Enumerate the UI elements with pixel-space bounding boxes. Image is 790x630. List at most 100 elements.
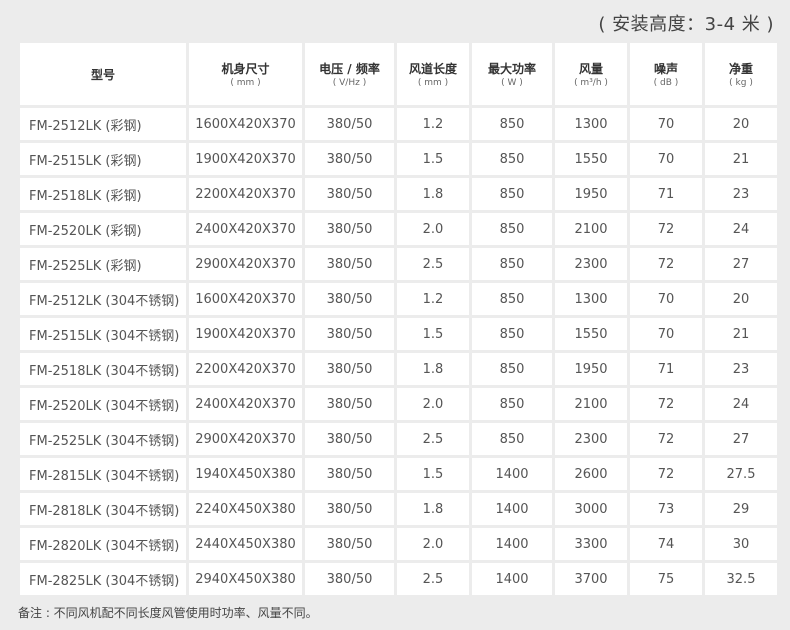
cell-dimensions: 1900X420X370 [189, 143, 302, 175]
cell-duct-length: 1.5 [397, 318, 469, 350]
cell-airflow: 2300 [555, 423, 627, 455]
cell-dimensions: 2400X420X370 [189, 213, 302, 245]
header-unit: ( mm ) [417, 78, 449, 88]
cell-model: FM-2512LK (彩钢) [20, 108, 186, 140]
table-row: FM-2518LK (304不锈钢) 2200X420X370 380/50 1.8 8… [20, 353, 777, 385]
cell-dimensions: 2200X420X370 [189, 353, 302, 385]
cell-noise: 75 [630, 563, 702, 595]
table-row: FM-2515LK (彩钢) 1900X420X370 380/50 1.5 850 15… [20, 143, 777, 175]
cell-net-weight: 23 [705, 178, 777, 210]
cell-voltage-frequency: 380/50 [305, 563, 394, 595]
table-row: FM-2512LK (彩钢) 1600X420X370 380/50 1.2 850 13… [20, 108, 777, 140]
cell-noise: 73 [630, 493, 702, 525]
cell-max-power: 850 [472, 283, 552, 315]
cell-duct-length: 1.5 [397, 143, 469, 175]
cell-duct-length: 1.8 [397, 353, 469, 385]
cell-airflow: 1950 [555, 178, 627, 210]
cell-max-power: 850 [472, 143, 552, 175]
footnote: 备注 : 不同风机配不同长度风管使用时功率、风量不同。 [18, 606, 318, 620]
cell-duct-length: 2.0 [397, 528, 469, 560]
cell-airflow: 3300 [555, 528, 627, 560]
table-row: FM-2520LK (彩钢) 2400X420X370 380/50 2.0 850 21… [20, 213, 777, 245]
cell-noise: 71 [630, 353, 702, 385]
header-net-weight: 净重 ( kg ) [705, 43, 777, 105]
cell-model: FM-2520LK (彩钢) [20, 213, 186, 245]
header-airflow: 风量 ( m³/h ) [555, 43, 627, 105]
cell-voltage-frequency: 380/50 [305, 143, 394, 175]
cell-voltage-frequency: 380/50 [305, 283, 394, 315]
header-max-power: 最大功率 ( W ) [472, 43, 552, 105]
cell-noise: 74 [630, 528, 702, 560]
cell-airflow: 1550 [555, 318, 627, 350]
cell-model: FM-2815LK (304不锈钢) [20, 458, 186, 490]
header-unit: ( mm ) [230, 78, 261, 88]
cell-model: FM-2818LK (304不锈钢) [20, 493, 186, 525]
header-duct-length: 风道长度 ( mm ) [397, 43, 469, 105]
cell-max-power: 1400 [472, 528, 552, 560]
cell-model: FM-2515LK (304不锈钢) [20, 318, 186, 350]
cell-airflow: 1950 [555, 353, 627, 385]
cell-noise: 72 [630, 388, 702, 420]
cell-voltage-frequency: 380/50 [305, 213, 394, 245]
table-row: FM-2512LK (304不锈钢) 1600X420X370 380/50 1.2 8… [20, 283, 777, 315]
cell-duct-length: 1.2 [397, 283, 469, 315]
cell-net-weight: 20 [705, 108, 777, 140]
cell-noise: 70 [630, 108, 702, 140]
header-label: 风道长度 [408, 62, 457, 76]
header-noise: 噪声 ( dB ) [630, 43, 702, 105]
table-row: FM-2515LK (304不锈钢) 1900X420X370 380/50 1.5 8… [20, 318, 777, 350]
cell-model: FM-2525LK (304不锈钢) [20, 423, 186, 455]
table-body: FM-2512LK (彩钢) 1600X420X370 380/50 1.2 850 13… [20, 108, 777, 595]
header-unit: ( V/Hz ) [332, 78, 367, 88]
cell-duct-length: 1.5 [397, 458, 469, 490]
cell-net-weight: 29 [705, 493, 777, 525]
cell-voltage-frequency: 380/50 [305, 458, 394, 490]
table-row: FM-2815LK (304不锈钢) 1940X450X380 380/50 1.5 1… [20, 458, 777, 490]
cell-voltage-frequency: 380/50 [305, 318, 394, 350]
header-row: 型号 机身尺寸 ( mm ) 电压 / 频率 ( V/Hz ) 风道长度 ( mm ) 最大功… [20, 43, 777, 105]
cell-noise: 70 [630, 143, 702, 175]
cell-net-weight: 27 [705, 423, 777, 455]
cell-voltage-frequency: 380/50 [305, 353, 394, 385]
cell-model: FM-2515LK (彩钢) [20, 143, 186, 175]
table-header: 型号 机身尺寸 ( mm ) 电压 / 频率 ( V/Hz ) 风道长度 ( mm ) 最大功… [20, 43, 777, 105]
cell-dimensions: 2400X420X370 [189, 388, 302, 420]
cell-airflow: 2600 [555, 458, 627, 490]
cell-dimensions: 2200X420X370 [189, 178, 302, 210]
header-dimensions: 机身尺寸 ( mm ) [189, 43, 302, 105]
cell-net-weight: 32.5 [705, 563, 777, 595]
cell-dimensions: 2940X450X380 [189, 563, 302, 595]
cell-net-weight: 27.5 [705, 458, 777, 490]
table-row: FM-2520LK (304不锈钢) 2400X420X370 380/50 2.0 8… [20, 388, 777, 420]
header-label: 噪声 [653, 62, 678, 76]
header-unit: ( m³/h ) [574, 78, 608, 88]
cell-dimensions: 2900X420X370 [189, 423, 302, 455]
cell-airflow: 2100 [555, 213, 627, 245]
cell-max-power: 850 [472, 423, 552, 455]
cell-max-power: 1400 [472, 458, 552, 490]
table-row: FM-2820LK (304不锈钢) 2440X450X380 380/50 2.0 1… [20, 528, 777, 560]
cell-model: FM-2520LK (304不锈钢) [20, 388, 186, 420]
header-label: 型号 [90, 67, 115, 82]
cell-max-power: 850 [472, 353, 552, 385]
cell-duct-length: 1.8 [397, 178, 469, 210]
cell-airflow: 1300 [555, 283, 627, 315]
table-row: FM-2818LK (304不锈钢) 2240X450X380 380/50 1.8 1… [20, 493, 777, 525]
cell-dimensions: 1600X420X370 [189, 108, 302, 140]
header-label: 风量 [578, 62, 603, 76]
cell-model: FM-2820LK (304不锈钢) [20, 528, 186, 560]
cell-airflow: 3000 [555, 493, 627, 525]
cell-dimensions: 2900X420X370 [189, 248, 302, 280]
cell-max-power: 1400 [472, 493, 552, 525]
cell-dimensions: 1940X450X380 [189, 458, 302, 490]
cell-max-power: 1400 [472, 563, 552, 595]
cell-noise: 72 [630, 423, 702, 455]
cell-max-power: 850 [472, 178, 552, 210]
cell-voltage-frequency: 380/50 [305, 423, 394, 455]
cell-net-weight: 21 [705, 318, 777, 350]
cell-duct-length: 1.2 [397, 108, 469, 140]
cell-dimensions: 1900X420X370 [189, 318, 302, 350]
cell-net-weight: 30 [705, 528, 777, 560]
cell-duct-length: 2.0 [397, 213, 469, 245]
cell-net-weight: 21 [705, 143, 777, 175]
